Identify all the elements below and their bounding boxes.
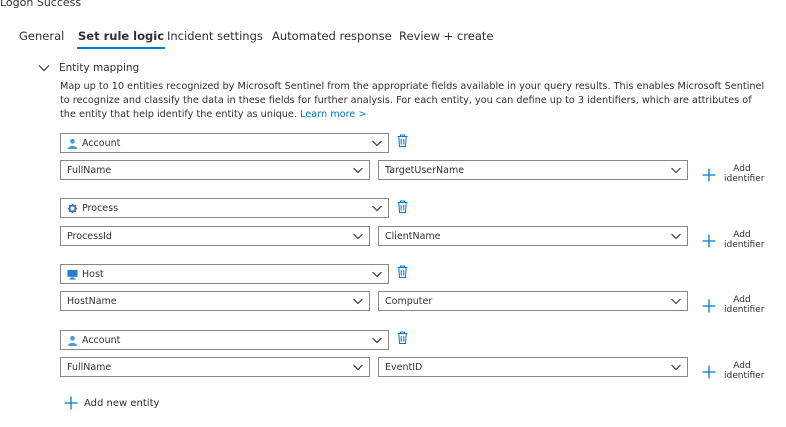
entity-type-value: Process xyxy=(82,202,119,214)
add-text: Add xyxy=(733,230,751,240)
identifier-text: identifier xyxy=(724,174,765,184)
entity-type-dropdown[interactable]: Account xyxy=(60,133,389,153)
add-text: Add xyxy=(733,361,751,371)
chevron-down-icon xyxy=(372,337,382,344)
active-tab-indicator xyxy=(77,47,166,49)
monitor-icon xyxy=(67,269,78,280)
column-value: EventID xyxy=(385,361,423,373)
plus-icon xyxy=(702,168,716,182)
identifier-dropdown[interactable]: FullName xyxy=(60,357,370,377)
identifier-value: ProcessId xyxy=(67,230,112,242)
identifier-dropdown[interactable]: HostName xyxy=(60,291,370,311)
tab-label: Set rule logic xyxy=(78,29,165,43)
tab-set-rule-logic[interactable]: Set rule logic xyxy=(77,29,166,49)
tab-label: Incident settings xyxy=(167,29,263,43)
tab-incident-settings[interactable]: Incident settings xyxy=(167,29,263,43)
add-identifier-label: Add identifier xyxy=(724,361,764,381)
add-new-entity-label: Add new entity xyxy=(84,397,160,409)
chevron-down-icon xyxy=(353,364,363,371)
delete-entity-icon[interactable] xyxy=(397,134,408,147)
chevron-down-icon xyxy=(671,233,681,240)
tab-automated-response[interactable]: Automated response xyxy=(272,29,392,43)
entity-type-dropdown[interactable]: Process xyxy=(60,198,389,218)
description-text: Map up to 10 entities recognized by Micr… xyxy=(60,81,765,120)
entity-type-dropdown[interactable]: Account xyxy=(60,330,389,350)
entity-type-dropdown[interactable]: Host xyxy=(60,264,389,284)
plus-icon xyxy=(64,396,78,410)
chevron-down-icon xyxy=(671,298,681,305)
chevron-down-icon xyxy=(353,233,363,240)
gear-icon xyxy=(67,203,78,213)
entity-type-value: Host xyxy=(82,268,104,280)
identifier-dropdown[interactable]: FullName xyxy=(60,160,370,180)
add-identifier-label: Add identifier xyxy=(724,295,764,315)
add-identifier-label: Add identifier xyxy=(724,230,764,250)
chevron-down-icon xyxy=(372,271,382,278)
learn-more-link[interactable]: Learn more > xyxy=(300,109,366,120)
chevron-down-icon xyxy=(671,364,681,371)
column-value: ClientName xyxy=(385,230,441,242)
identifier-text: identifier xyxy=(724,371,765,381)
entity-type-value: Account xyxy=(82,137,121,149)
tab-label: Automated response xyxy=(272,29,392,43)
tab-general[interactable]: General xyxy=(19,29,64,43)
identifier-text: identifier xyxy=(724,240,765,250)
identifier-value: FullName xyxy=(67,361,112,373)
column-value: Computer xyxy=(385,295,433,307)
column-dropdown[interactable]: ClientName xyxy=(378,226,688,246)
entity-mapping-description: Map up to 10 entities recognized by Micr… xyxy=(60,80,770,122)
tab-review-create[interactable]: Review + create xyxy=(399,29,493,43)
delete-entity-icon[interactable] xyxy=(397,265,408,278)
user-icon xyxy=(67,138,78,149)
section-title: Entity mapping xyxy=(59,62,140,74)
page-title: Logon Success xyxy=(0,0,82,9)
column-dropdown[interactable]: TargetUserName xyxy=(378,160,688,180)
plus-icon xyxy=(702,365,716,379)
entity-mapping-toggle[interactable]: Entity mapping xyxy=(38,61,139,75)
identifier-text: identifier xyxy=(724,305,765,315)
identifier-value: HostName xyxy=(67,295,117,307)
add-text: Add xyxy=(733,295,751,305)
tab-label: Review + create xyxy=(399,29,494,43)
column-dropdown[interactable]: EventID xyxy=(378,357,688,377)
add-identifier-label: Add identifier xyxy=(724,164,764,184)
column-value: TargetUserName xyxy=(385,164,465,176)
column-dropdown[interactable]: Computer xyxy=(378,291,688,311)
delete-entity-icon[interactable] xyxy=(397,331,408,344)
chevron-down-icon xyxy=(671,167,681,174)
delete-entity-icon[interactable] xyxy=(397,200,408,213)
identifier-value: FullName xyxy=(67,164,112,176)
user-icon xyxy=(67,335,78,346)
entity-type-value: Account xyxy=(82,334,121,346)
tab-label: General xyxy=(19,29,65,43)
plus-icon xyxy=(702,299,716,313)
chevron-down-icon xyxy=(372,140,382,147)
chevron-down-icon xyxy=(38,65,50,72)
plus-icon xyxy=(702,234,716,248)
chevron-down-icon xyxy=(372,205,382,212)
chevron-down-icon xyxy=(353,167,363,174)
chevron-down-icon xyxy=(353,298,363,305)
add-new-entity-button[interactable]: Add new entity xyxy=(64,396,159,410)
identifier-dropdown[interactable]: ProcessId xyxy=(60,226,370,246)
add-text: Add xyxy=(733,164,751,174)
